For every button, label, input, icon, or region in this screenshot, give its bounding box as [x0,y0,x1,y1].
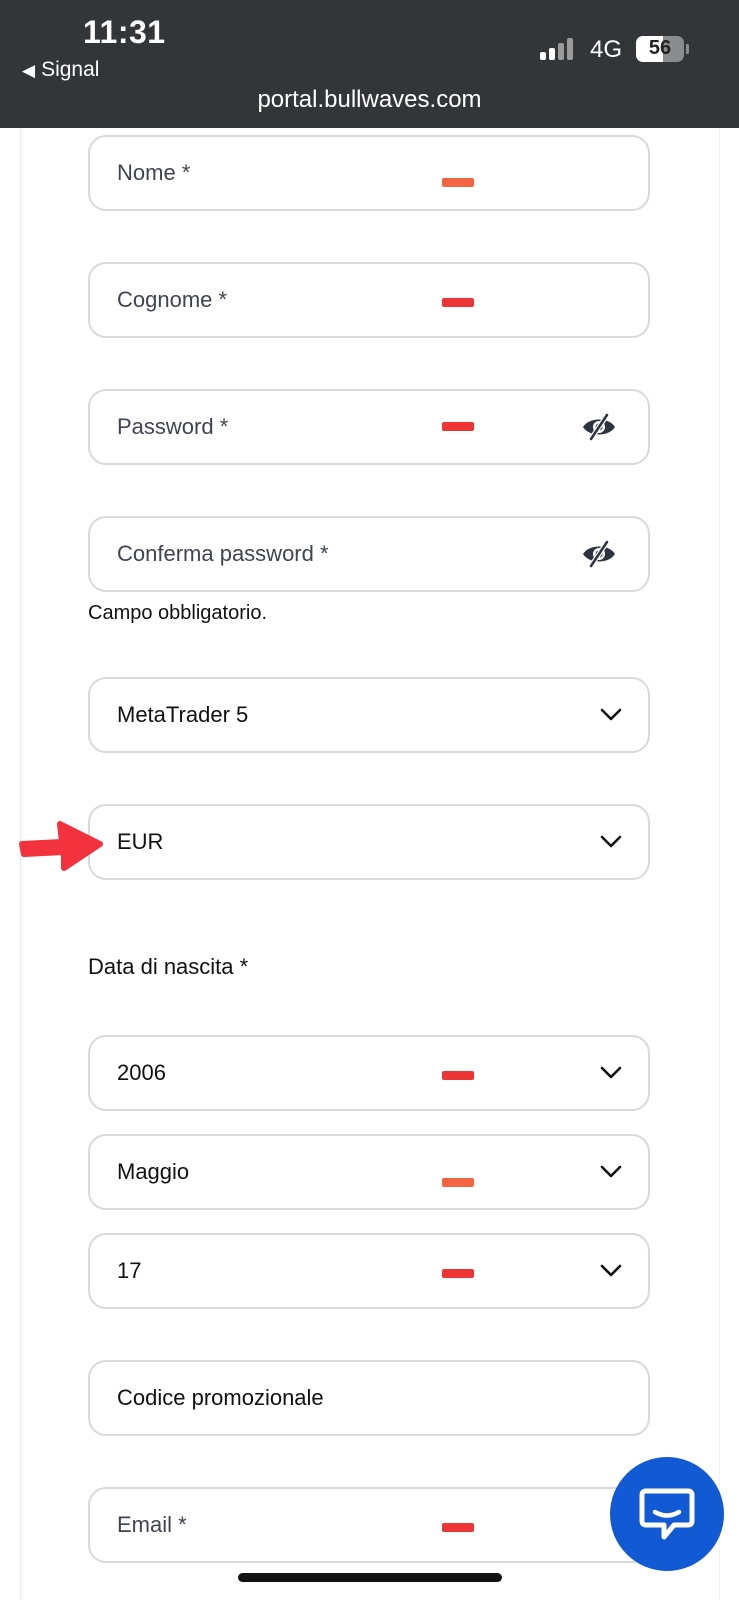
password-field[interactable]: Password * [88,389,650,465]
chevron-down-icon [600,708,622,721]
battery-level: 56 [648,37,672,59]
redaction-mark [442,178,474,187]
chevron-down-icon [600,835,622,848]
back-triangle-icon: ◀ [22,61,36,80]
chat-bubble-icon [639,1488,695,1540]
currency-select[interactable]: EUR [88,804,650,880]
redaction-mark [442,298,474,307]
promo-code-label: Codice promozionale [117,1385,324,1410]
confirm-password-field[interactable]: Conferma password * [88,516,650,592]
back-to-app-link[interactable]: ◀ Signal [22,58,99,82]
platform-select[interactable]: MetaTrader 5 [88,677,650,753]
chevron-down-icon [600,1264,622,1277]
clock: 11:31 [83,14,166,50]
required-field-error: Campo obbligatorio. [88,602,267,624]
redaction-mark [442,1178,474,1187]
address-bar-url[interactable]: portal.bullwaves.com [0,86,739,114]
eye-slash-icon[interactable] [580,539,618,569]
birth-date-heading: Data di nascita * [88,954,249,979]
email-field[interactable]: Email * [88,1487,650,1563]
email-label: Email * [117,1512,187,1537]
home-indicator[interactable] [238,1573,502,1582]
network-type: 4G [590,36,623,63]
battery-icon: 56 [636,36,684,62]
redaction-mark [442,422,474,431]
live-chat-button[interactable] [610,1457,724,1571]
annotation-arrow [19,821,103,871]
back-app-label: Signal [41,58,100,81]
status-bar: 11:31 ◀ Signal 4G 56 portal.bullwaves.com [0,0,739,128]
platform-value: MetaTrader 5 [117,702,249,727]
last-name-field[interactable]: Cognome * [88,262,650,338]
birth-year-select[interactable]: 2006 [88,1035,650,1111]
last-name-label: Cognome * [117,287,228,312]
chevron-down-icon [600,1066,622,1079]
redaction-mark [442,1269,474,1278]
redaction-mark [442,1071,474,1080]
birth-month-value: Maggio [117,1159,190,1184]
currency-value: EUR [117,829,164,854]
eye-slash-icon[interactable] [580,412,618,442]
birth-day-select[interactable]: 17 [88,1233,650,1309]
first-name-label: Nome * [117,160,191,185]
password-label: Password * [117,414,229,439]
birth-month-select[interactable]: Maggio [88,1134,650,1210]
first-name-field[interactable]: Nome * [88,135,650,211]
confirm-password-label: Conferma password * [117,541,329,566]
chevron-down-icon [600,1165,622,1178]
birth-year-value: 2006 [117,1060,166,1085]
cellular-signal-icon [540,38,578,60]
promo-code-field[interactable]: Codice promozionale [88,1360,650,1436]
redaction-mark [442,1523,474,1532]
birth-day-value: 17 [117,1258,142,1283]
page-edge [719,128,720,1600]
battery-tip [686,44,689,54]
